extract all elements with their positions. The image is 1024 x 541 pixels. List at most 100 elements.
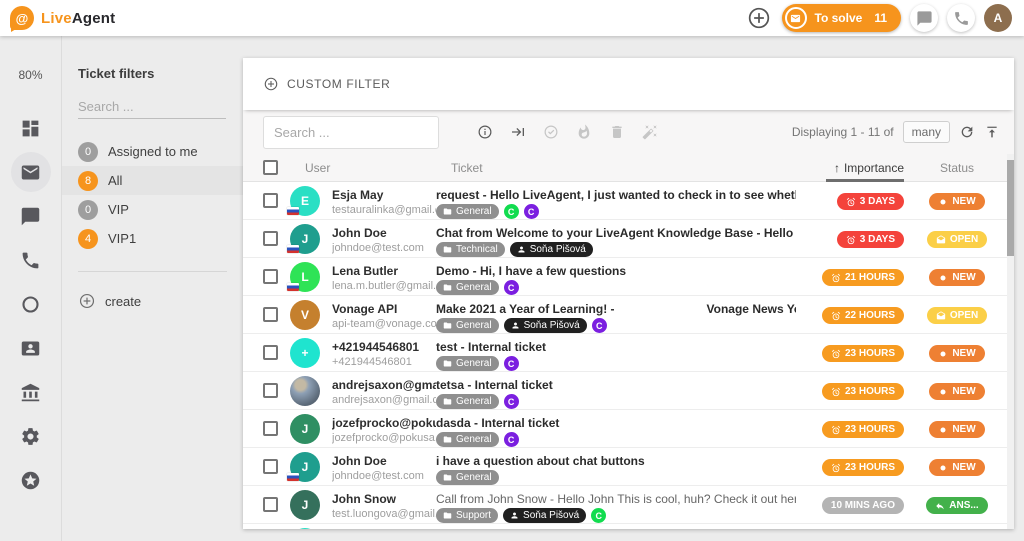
resolve-button[interactable] xyxy=(543,124,559,140)
filter-item-vip1[interactable]: 4VIP1 xyxy=(62,224,243,253)
code-tag[interactable]: C xyxy=(504,432,519,447)
plus-circle-icon xyxy=(746,5,772,31)
merge-button[interactable] xyxy=(642,124,658,140)
category-tag[interactable]: Technical xyxy=(436,242,505,257)
row-checkbox[interactable] xyxy=(263,269,278,284)
custom-filter-button[interactable]: CUSTOM FILTER xyxy=(263,76,390,92)
add-button[interactable] xyxy=(745,4,773,32)
row-checkbox[interactable] xyxy=(263,421,278,436)
category-tag[interactable]: Support xyxy=(436,508,498,523)
filter-item-vip[interactable]: 0VIP xyxy=(62,195,243,224)
row-checkbox[interactable] xyxy=(263,345,278,360)
category-tag[interactable]: General xyxy=(436,470,499,485)
agent-tag[interactable]: Soňa Pišová xyxy=(503,508,586,523)
status-badge: NEW xyxy=(929,383,984,400)
to-solve-button[interactable]: To solve 11 xyxy=(782,4,901,32)
code-tag[interactable]: C xyxy=(504,356,519,371)
sidebar-item-dashboard[interactable] xyxy=(11,108,51,148)
ticket-subject: Make 2021 a Year of Learning! -Vonage Ne… xyxy=(436,302,796,316)
category-tag[interactable]: General xyxy=(436,280,499,295)
sidebar-item-contacts[interactable] xyxy=(11,328,51,368)
refresh-button[interactable] xyxy=(959,124,975,140)
logo-text: LiveAgent xyxy=(41,10,115,27)
row-checkbox[interactable] xyxy=(263,459,278,474)
code-tag[interactable]: C xyxy=(592,318,607,333)
person-icon xyxy=(510,511,519,520)
ticket-row[interactable]: JJohn Doejohndoe@test.comChat from Welco… xyxy=(243,220,1014,258)
status-badge: ANS... xyxy=(926,497,987,514)
displaying-text: Displaying 1 - 11 of xyxy=(792,125,894,139)
sidebar-item-calls[interactable] xyxy=(11,240,51,280)
chats-button[interactable] xyxy=(910,4,938,32)
ticket-row[interactable]: JJohn Snowtest.luongova@gmail....Call fr… xyxy=(243,486,1014,524)
slovakia-flag-icon xyxy=(287,473,299,481)
clock-icon xyxy=(831,311,841,321)
category-tag[interactable]: General xyxy=(436,204,499,219)
ticket-row[interactable]: EEsja Mayrequest - Hey I just want to as… xyxy=(243,524,1014,529)
calls-button[interactable] xyxy=(947,4,975,32)
importance-column-header[interactable]: ↑ Importance xyxy=(796,154,904,181)
status-column-header[interactable]: Status xyxy=(914,161,1000,175)
ticket-row[interactable]: ++421944546801+421944546801test - Intern… xyxy=(243,334,1014,372)
spam-button[interactable] xyxy=(576,124,592,140)
info-button[interactable] xyxy=(477,124,493,140)
category-tag[interactable]: General xyxy=(436,318,499,333)
agent-tag[interactable]: Soňa Pišová xyxy=(504,318,587,333)
ticket-search-input[interactable] xyxy=(263,116,439,149)
ticket-cell: Call from John Snow - Hello John This is… xyxy=(436,490,796,523)
clock-icon xyxy=(846,197,856,207)
mail-open-icon xyxy=(936,311,946,321)
select-all-checkbox[interactable] xyxy=(263,160,278,175)
page-size-selector[interactable]: many xyxy=(903,121,950,143)
clock-icon xyxy=(846,235,856,245)
avatar: V xyxy=(290,300,320,330)
user-cell: +421944546801+421944546801 xyxy=(332,338,436,368)
logo-bubble-icon: @ xyxy=(10,6,34,30)
ticket-row[interactable]: JJohn Doejohndoe@test.comi have a questi… xyxy=(243,448,1014,486)
sidebar-item-settings[interactable] xyxy=(11,416,51,456)
code-tag[interactable]: C xyxy=(524,204,539,219)
category-tag[interactable]: General xyxy=(436,356,499,371)
ticket-row[interactable]: andrejsaxon@gmail.c...andrejsaxon@gmail.… xyxy=(243,372,1014,410)
row-checkbox[interactable] xyxy=(263,307,278,322)
category-tag[interactable]: General xyxy=(436,432,499,447)
filter-item-all[interactable]: 8All xyxy=(62,166,243,195)
user-avatar[interactable]: A xyxy=(984,4,1012,32)
folder-icon xyxy=(443,245,452,254)
row-checkbox[interactable] xyxy=(263,497,278,512)
filter-item-assigned-to-me[interactable]: 0Assigned to me xyxy=(62,137,243,166)
status-badge: NEW xyxy=(929,193,984,210)
user-cell: Vonage APIapi-team@vonage.com xyxy=(332,300,436,330)
ticket-row[interactable]: Jjozefprocko@pokusa....jozefprocko@pokus… xyxy=(243,410,1014,448)
sidebar-item-chat[interactable] xyxy=(11,196,51,236)
agent-tag[interactable]: Soňa Pišová xyxy=(510,242,593,257)
app-header: @ LiveAgent To solve 11 A xyxy=(0,0,1024,36)
sidebar-item-ring[interactable] xyxy=(11,284,51,324)
code-tag[interactable]: C xyxy=(591,508,606,523)
scrollbar-track[interactable] xyxy=(1007,154,1014,529)
transfer-icon xyxy=(510,124,526,140)
row-checkbox[interactable] xyxy=(263,231,278,246)
sidebar-item-tickets[interactable] xyxy=(11,152,51,192)
delete-button[interactable] xyxy=(609,124,625,140)
code-tag[interactable]: C xyxy=(504,394,519,409)
transfer-button[interactable] xyxy=(510,124,526,140)
sidebar-item-star[interactable] xyxy=(11,460,51,500)
importance-cell: 23 HOURS xyxy=(796,338,904,362)
sort-arrow: ↑ xyxy=(834,161,840,175)
collapse-top-button[interactable] xyxy=(984,124,1000,140)
ticket-row[interactable]: LLena Butlerlena.m.butler@gmail....Demo … xyxy=(243,258,1014,296)
sidebar-item-academy[interactable] xyxy=(11,372,51,412)
row-checkbox[interactable] xyxy=(263,383,278,398)
ticket-row[interactable]: EEsja Maytestauralinka@gmail.c...request… xyxy=(243,182,1014,220)
code-tag[interactable]: C xyxy=(504,204,519,219)
liveagent-logo: @ LiveAgent xyxy=(10,6,115,30)
ticket-row[interactable]: V Vonage APIapi-team@vonage.comMake 2021 … xyxy=(243,296,1014,334)
category-tag[interactable]: General xyxy=(436,394,499,409)
row-checkbox[interactable] xyxy=(263,193,278,208)
create-filter-button[interactable]: create xyxy=(78,292,227,310)
filters-search-input[interactable] xyxy=(78,95,226,119)
scrollbar-thumb[interactable] xyxy=(1007,160,1014,256)
ticket-cell: Chat from Welcome to your LiveAgent Know… xyxy=(436,224,796,257)
code-tag[interactable]: C xyxy=(504,280,519,295)
